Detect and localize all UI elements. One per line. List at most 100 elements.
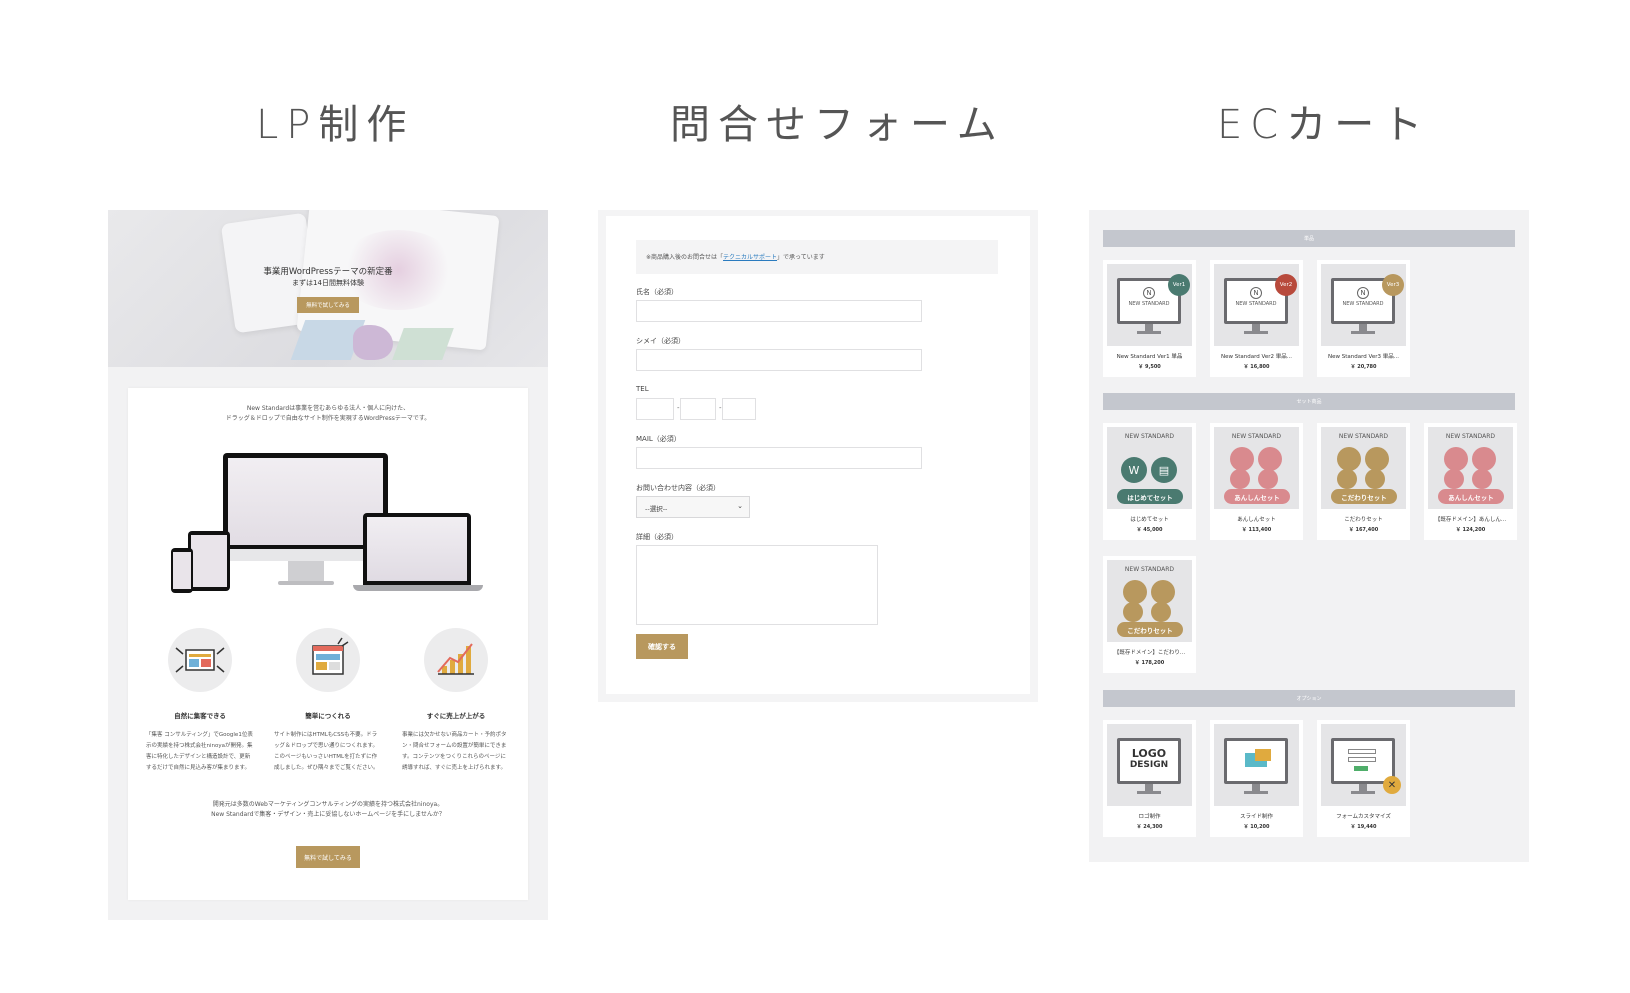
n-logo-icon: N: [1143, 287, 1155, 299]
brand-logo: NEW STANDARD: [1128, 301, 1170, 307]
product-image: NEW STANDARD あんしんセット: [1214, 427, 1299, 509]
laptop-base: [353, 585, 483, 591]
product-name: フォームカスタマイズ: [1336, 814, 1391, 820]
lp-intro-text: New Standardは事業を営むあらゆる法人・個人に向けた、 ドラッグ＆ドロ…: [225, 405, 431, 422]
brand-logo: NEW STANDARD: [1342, 301, 1384, 307]
set-pill: あんしんセット: [1438, 489, 1504, 504]
tablet-device: [188, 531, 230, 591]
ec-cart-preview: 単品 N NEW STANDARD Ver1 New Standard Ver1 …: [1089, 210, 1529, 862]
product-name: 【既存ドメイン】こだわり...: [1113, 650, 1186, 656]
desktop-base: [278, 581, 334, 585]
logo-text: LOGO: [1131, 747, 1167, 760]
logo-icon: [1230, 447, 1254, 471]
product-card[interactable]: NEW STANDARD W ▤ はじめてセット はじめてセット ￥ 45,00…: [1103, 423, 1196, 540]
set-pill: はじめてセット: [1117, 489, 1183, 504]
logo-design-icon: LOGO DESIGN: [1117, 738, 1181, 784]
form-icon: [1472, 469, 1492, 489]
image-icon: [1258, 447, 1282, 471]
browser-layout-icon: [296, 628, 360, 692]
feature-text: 事業には欠かせない商品カート・予約ポタン・問合せフォームの設置が簡単にできます。…: [402, 732, 507, 771]
product-image: [1214, 724, 1299, 806]
n-logo-icon: N: [1357, 287, 1369, 299]
product-price: ￥ 20,780: [1350, 364, 1377, 370]
detail-textarea[interactable]: [636, 545, 878, 625]
product-image: NEW STANDARD こだわりセット: [1321, 427, 1406, 509]
product-price: ￥ 10,200: [1243, 824, 1270, 830]
product-price: ￥ 167,400: [1348, 527, 1379, 533]
form-column-title: 問合せフォーム: [670, 102, 1005, 148]
version-badge: Ver3: [1382, 274, 1404, 296]
product-card[interactable]: N NEW STANDARD Ver2 New Standard Ver2 単品.…: [1210, 260, 1303, 377]
document-icon: [1337, 469, 1357, 489]
name-field[interactable]: [636, 300, 922, 322]
product-image: ✕: [1321, 724, 1406, 806]
product-image: N NEW STANDARD Ver3: [1321, 264, 1406, 346]
name-label: 氏名（必須）: [636, 288, 678, 296]
confirm-button[interactable]: 確認する: [636, 634, 688, 659]
product-card[interactable]: LOGO DESIGN ロゴ制作 ￥ 24,300: [1103, 720, 1196, 837]
technical-support-link[interactable]: テクニカルサポート: [723, 254, 777, 261]
tel-field-1[interactable]: [636, 398, 674, 420]
brand-logo: NEW STANDARD: [1124, 433, 1175, 440]
product-name: はじめてセット: [1130, 517, 1169, 523]
product-card[interactable]: スライド制作 ￥ 10,200: [1210, 720, 1303, 837]
product-name: New Standard Ver2 単品...: [1221, 354, 1292, 360]
inquiry-selected-value: --選択--: [645, 505, 668, 513]
product-name: 【既存ドメイン】あんしん...: [1434, 517, 1507, 523]
set-pill: こだわりセット: [1117, 622, 1183, 637]
inquiry-label: お問い合わせ内容（必須）: [636, 484, 720, 492]
product-card[interactable]: N NEW STANDARD Ver1 New Standard Ver1 単品 …: [1103, 260, 1196, 377]
form-icon: [1151, 602, 1171, 622]
product-price: ￥ 45,000: [1136, 527, 1163, 533]
brand-logo: NEW STANDARD: [1124, 566, 1175, 573]
feature-text: 「集客 コンサルティング」でGoogle1位表示の実績を持つ株式会社ninoya…: [146, 732, 253, 771]
form-icon: [1258, 469, 1278, 489]
hero-trial-button[interactable]: 無料で試してみる: [297, 297, 359, 313]
product-card[interactable]: NEW STANDARD こだわりセット 【既存ドメイン】こだわり... ￥ 1…: [1103, 556, 1196, 673]
feature-card: すぐに売上が上がる 事業には欠かせない商品カート・予約ポタン・問合せフォームの設…: [396, 628, 516, 774]
mail-label: MAIL（必須）: [636, 435, 681, 443]
product-image: N NEW STANDARD Ver1: [1107, 264, 1192, 346]
product-price: ￥ 16,800: [1243, 364, 1270, 370]
product-card[interactable]: NEW STANDARD こだわりセット こだわりセット ￥ 167,400: [1317, 423, 1410, 540]
lp-column-title: LP制作: [256, 102, 415, 148]
brand-logo: NEW STANDARD: [1338, 433, 1389, 440]
target-screen-icon: [168, 628, 232, 692]
product-card[interactable]: NEW STANDARD あんしんセット あんしんセット ￥ 113,400: [1210, 423, 1303, 540]
product-card[interactable]: ✕ フォームカスタマイズ ￥ 19,440: [1317, 720, 1410, 837]
set-pill: あんしんセット: [1224, 489, 1290, 504]
product-name: New Standard Ver1 単品: [1116, 354, 1183, 360]
mail-field[interactable]: [636, 447, 922, 469]
kana-field[interactable]: [636, 349, 922, 371]
lp-content-card: New Standardは事業を営むあらゆる法人・個人に向けた、 ドラッグ＆ドロ…: [128, 388, 528, 900]
growth-chart-icon: [424, 628, 488, 692]
image-icon: [1365, 447, 1389, 471]
tel-field-3[interactable]: [722, 398, 756, 420]
product-card[interactable]: NEW STANDARD あんしんセット 【既存ドメイン】あんしん... ￥ 1…: [1424, 423, 1517, 540]
brand-logo: NEW STANDARD: [1231, 433, 1282, 440]
form-card: ※商品購入後のお問合せは「テクニカルサポート」で承っています 氏名（必須） シメ…: [606, 216, 1030, 694]
tel-field-2[interactable]: [680, 398, 716, 420]
product-card[interactable]: N NEW STANDARD Ver3 New Standard Ver3 単品.…: [1317, 260, 1410, 377]
note-text: ※商品購入後のお問合せは「: [646, 254, 724, 261]
logo-icon: [1123, 580, 1147, 604]
section-header-single: 単品: [1103, 230, 1515, 247]
n-logo-icon: N: [1250, 287, 1262, 299]
inquiry-select[interactable]: --選択-- ⌄: [636, 496, 750, 518]
laptop-device: [363, 513, 471, 585]
ec-column-title: ECカート: [1217, 102, 1431, 148]
tel-label: TEL: [636, 385, 649, 393]
lp-trial-button[interactable]: 無料で試してみる: [296, 846, 360, 868]
lp-hero: 事業用WordPressテーマの新定番 まずは14日間無料体験 無料で試してみる: [108, 210, 548, 367]
product-image: NEW STANDARD W ▤ はじめてセット: [1107, 427, 1192, 509]
phone-device: [171, 548, 193, 593]
document-icon: [1123, 602, 1143, 622]
product-image: N NEW STANDARD Ver2: [1214, 264, 1299, 346]
wordpress-icon: W: [1121, 457, 1147, 483]
slide-icon: [1224, 738, 1288, 784]
product-price: ￥ 9,500: [1138, 364, 1161, 370]
product-price: ￥ 113,400: [1241, 527, 1272, 533]
feature-title: 簡単につくれる: [305, 712, 351, 720]
feature-title: 自然に集客できる: [174, 712, 226, 720]
chevron-down-icon: ⌄: [737, 502, 743, 510]
